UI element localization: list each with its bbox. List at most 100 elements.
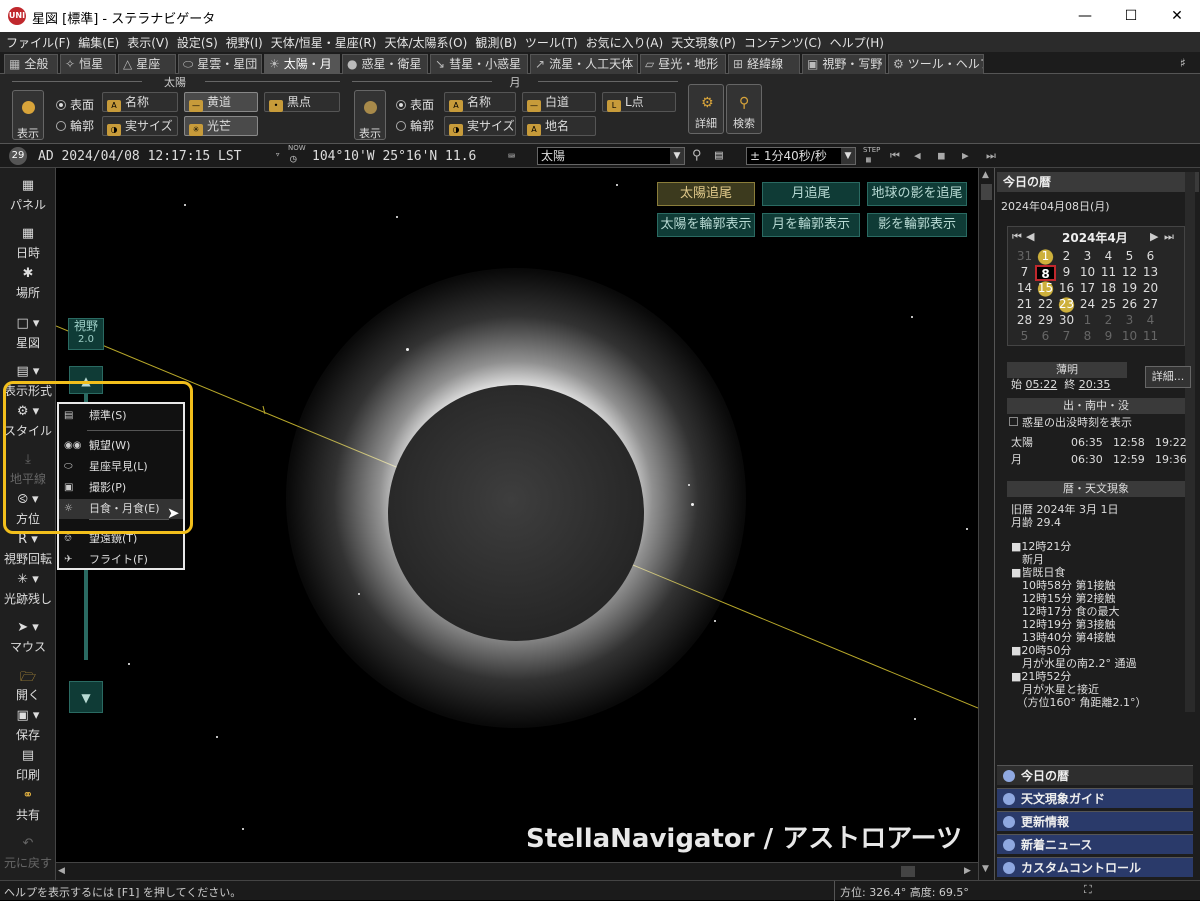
menu-observe[interactable]: 観測(B) xyxy=(475,34,517,51)
calendar-day[interactable]: 5 xyxy=(1119,249,1140,265)
vertical-scrollbar[interactable]: ▲ ▼ xyxy=(978,168,994,880)
panel-tab-updates[interactable]: 更新情報 xyxy=(997,811,1193,831)
moon-show-button[interactable]: 表示 xyxy=(354,90,386,140)
clock-icon[interactable]: ◷ xyxy=(290,152,297,165)
menu-tools[interactable]: ツール(T) xyxy=(525,34,578,51)
panel-tab-custom-control[interactable]: カスタムコントロール xyxy=(997,857,1193,877)
tab-constellations[interactable]: △ 星座 xyxy=(118,54,176,74)
twilight-details-button[interactable]: 詳細... xyxy=(1145,366,1191,388)
calendar-day[interactable]: 5 xyxy=(1014,329,1035,345)
track-earth-shadow-button[interactable]: 地球の影を追尾 xyxy=(867,182,967,206)
white-path-button[interactable]: — 白道 xyxy=(522,92,596,112)
details-button[interactable]: ⚙ 詳細 xyxy=(688,84,724,134)
glare-button[interactable]: ✳ 光芒 xyxy=(184,116,258,136)
calendar-day[interactable]: 7 xyxy=(1056,329,1077,345)
mouse-button[interactable]: ➤ ▾ マウス xyxy=(0,620,56,655)
calendar-day[interactable]: 16 xyxy=(1056,281,1077,297)
calendar-day[interactable]: 17 xyxy=(1077,281,1098,297)
calendar-day[interactable]: 3 xyxy=(1119,313,1140,329)
scroll-up-icon[interactable]: ▲ xyxy=(982,170,989,180)
moon-outline-button[interactable]: 月を輪郭表示 xyxy=(762,213,860,237)
tab-comets[interactable]: ↘ 彗星・小惑星 xyxy=(430,54,528,74)
keyboard-icon[interactable]: ⌨ xyxy=(508,149,515,163)
calendar-day[interactable]: 23 xyxy=(1056,297,1077,313)
pin-icon[interactable]: ♯ xyxy=(1180,56,1186,70)
calendar-day[interactable]: 28 xyxy=(1014,313,1035,329)
prev-year-icon[interactable]: ⏮ xyxy=(1012,230,1022,244)
scroll-right-icon[interactable]: ▶ xyxy=(964,866,971,876)
calendar-day[interactable]: 10 xyxy=(1119,329,1140,345)
ecliptic-button[interactable]: — 黄道 xyxy=(184,92,258,112)
undo-button[interactable]: ↶ 元に戻す xyxy=(0,836,56,871)
tab-stars[interactable]: ✧ 恒星 xyxy=(60,54,116,74)
location-display[interactable]: 104°10'W 25°16'N 11.6 xyxy=(312,149,476,164)
menu-help[interactable]: ヘルプ(H) xyxy=(830,34,884,51)
menu-view[interactable]: 表示(V) xyxy=(127,34,169,51)
shadow-outline-button[interactable]: 影を輪郭表示 xyxy=(867,213,967,237)
sun-name-button[interactable]: A 名称 xyxy=(102,92,178,112)
panel-tab-today[interactable]: 今日の暦 xyxy=(997,765,1193,785)
close-button[interactable]: ✕ xyxy=(1154,0,1200,32)
tab-nebulae[interactable]: ⬭ 星雲・星団 xyxy=(178,54,262,74)
calendar-day[interactable]: 11 xyxy=(1140,329,1161,345)
calendar-day[interactable]: 9 xyxy=(1056,265,1077,281)
calendar-day[interactable]: 6 xyxy=(1035,329,1056,345)
calendar-day[interactable]: 2 xyxy=(1098,313,1119,329)
time-step-select[interactable]: ± 1分40秒/秒 ▼ xyxy=(746,147,856,165)
star-chart-button[interactable]: □ ▾ 星図 xyxy=(0,316,56,351)
play-icon[interactable]: ▶ xyxy=(962,149,969,162)
share-button[interactable]: ⚭ 共有 xyxy=(0,788,56,823)
sun-real-size-button[interactable]: ◑ 実サイズ xyxy=(102,116,178,136)
calendar-day[interactable]: 18 xyxy=(1098,281,1119,297)
menu-solar-system[interactable]: 天体/太陽系(O) xyxy=(384,34,467,51)
sky-view[interactable]: 太陽追尾 月追尾 地球の影を追尾 太陽を輪郭表示 月を輪郭表示 影を輪郭表示 視… xyxy=(56,168,978,862)
trail-button[interactable]: ✳ ▾ 光跡残し xyxy=(0,572,56,607)
view-rotation-button[interactable]: R ▾ 視野回転 xyxy=(0,532,56,567)
menu-phenomena[interactable]: 天文現象(P) xyxy=(671,34,736,51)
calendar-day[interactable]: 25 xyxy=(1098,297,1119,313)
search-button[interactable]: ⚲ 検索 xyxy=(726,84,762,134)
prev-month-icon[interactable]: ◀ xyxy=(1026,230,1034,243)
calendar-day[interactable]: 19 xyxy=(1119,281,1140,297)
next-month-icon[interactable]: ▶ xyxy=(1150,230,1158,243)
tab-daylight[interactable]: ▱ 昼光・地形 xyxy=(640,54,726,74)
minimize-button[interactable]: — xyxy=(1062,0,1108,32)
style-flight-item[interactable]: ✈ フライト(F) xyxy=(59,550,183,570)
tab-tools-help[interactable]: ⚙ ツール・ヘルプ xyxy=(888,54,984,74)
location-button[interactable]: ✱ 場所 xyxy=(0,266,56,301)
calendar-day[interactable]: 11 xyxy=(1098,265,1119,281)
scroll-left-icon[interactable]: ◀ xyxy=(58,866,65,876)
menu-settings[interactable]: 設定(S) xyxy=(177,34,218,51)
datetime-button[interactable]: ▦ 日時 xyxy=(0,226,56,261)
track-sun-button[interactable]: 太陽追尾 xyxy=(657,182,755,206)
menu-stars[interactable]: 天体/恒星・星座(R) xyxy=(271,34,377,51)
calendar-day[interactable]: 24 xyxy=(1077,297,1098,313)
calendar-day[interactable]: 4 xyxy=(1098,249,1119,265)
calendar-day[interactable]: 22 xyxy=(1035,297,1056,313)
calendar-day[interactable]: 3 xyxy=(1077,249,1098,265)
calendar-day[interactable]: 9 xyxy=(1098,329,1119,345)
panel-tab-phenomena-guide[interactable]: 天文現象ガイド xyxy=(997,788,1193,808)
fullscreen-icon[interactable]: ⛶ xyxy=(1084,883,1092,897)
moon-disk[interactable] xyxy=(388,385,644,641)
moon-real-size-button[interactable]: ◑ 実サイズ xyxy=(444,116,516,136)
track-moon-button[interactable]: 月追尾 xyxy=(762,182,860,206)
tab-fov[interactable]: ▣ 視野・写野 xyxy=(802,54,886,74)
skip-forward-icon[interactable]: ⏭ xyxy=(986,149,996,163)
sun-outline-radio[interactable]: 輪郭 xyxy=(56,117,94,134)
moon-surface-radio[interactable]: 表面 xyxy=(396,96,434,113)
lpoint-button[interactable]: L L点 xyxy=(602,92,676,112)
menu-favorites[interactable]: お気に入り(A) xyxy=(586,34,664,51)
panel-button[interactable]: ▦ パネル xyxy=(0,178,56,213)
tab-meteors[interactable]: ↗ 流星・人工天体 xyxy=(530,54,638,74)
planet-rise-checkbox[interactable]: 惑星の出没時刻を表示 xyxy=(1009,416,1132,429)
save-button[interactable]: ▣ ▾ 保存 xyxy=(0,708,56,743)
calendar-day[interactable]: 13 xyxy=(1140,265,1161,281)
moon-outline-radio[interactable]: 輪郭 xyxy=(396,117,434,134)
calendar-day[interactable]: 31 xyxy=(1014,249,1035,265)
calendar-day[interactable]: 14 xyxy=(1014,281,1035,297)
tab-sun-moon[interactable]: ☀ 太陽・月 xyxy=(264,54,340,74)
calendar-day[interactable]: 4 xyxy=(1140,313,1161,329)
target-select[interactable]: 太陽 ▼ xyxy=(537,147,685,165)
menu-edit[interactable]: 編集(E) xyxy=(78,34,119,51)
